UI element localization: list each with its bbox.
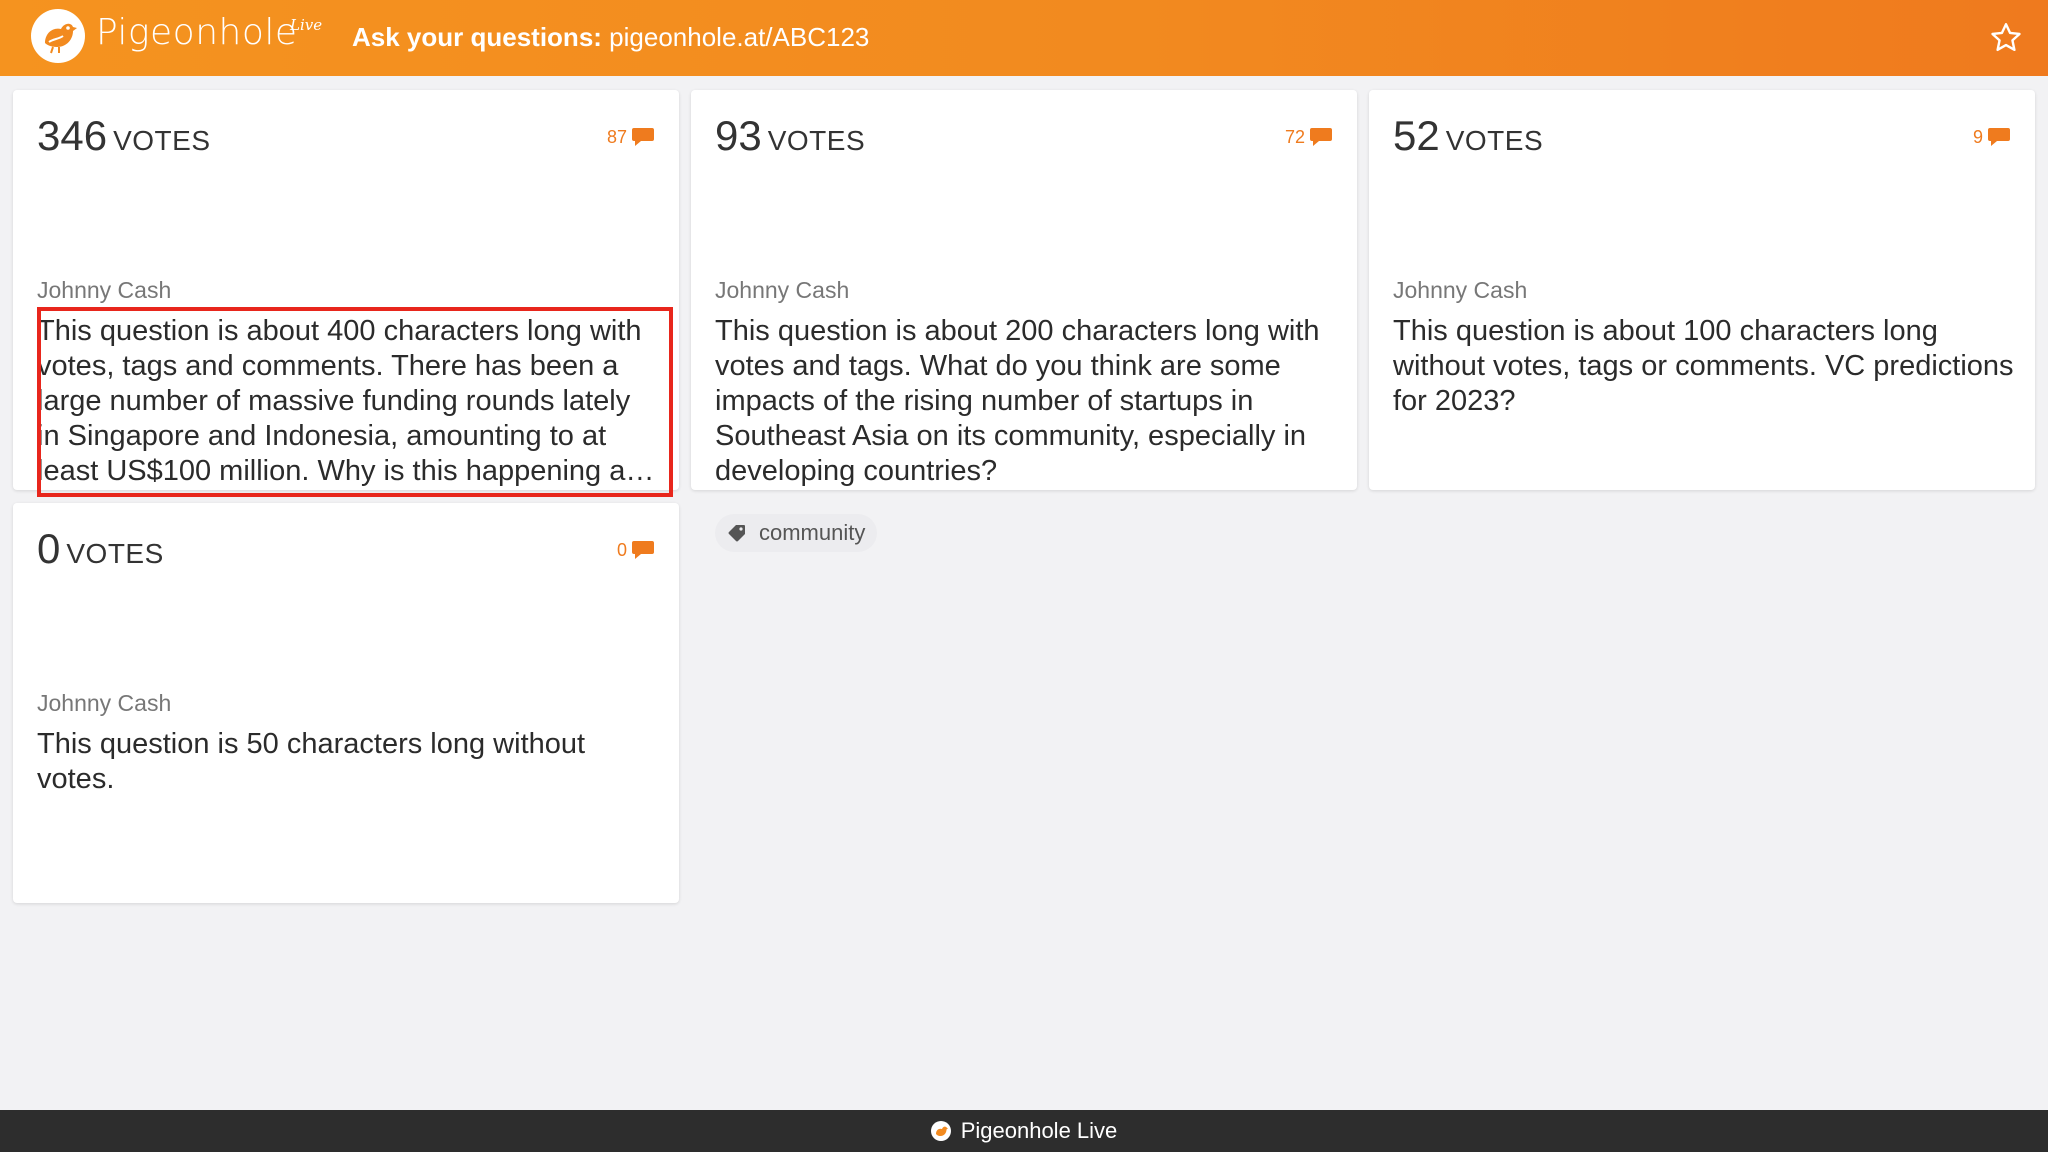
votes-label: VOTES [767,125,866,156]
star-button[interactable] [1986,18,2026,58]
comment-bubble-icon [632,128,654,146]
comment-count: 72 [1284,126,1305,147]
comment-bubble-icon [632,541,654,559]
comment-count-button[interactable]: 0 [617,539,655,561]
pigeon-logo-icon [31,9,85,63]
vote-count: 52 VOTES [1393,112,1543,160]
comment-count-button[interactable]: 72 [1285,126,1333,148]
votes-label: VOTES [113,125,211,156]
comment-count: 9 [1972,126,1983,147]
comment-count-button[interactable]: 87 [607,126,655,148]
question-author: Johnny Cash [37,690,172,716]
vote-number: 52 [1393,112,1440,159]
footer-label: Pigeonhole Live [960,1118,1118,1143]
comment-bubble-icon [1310,128,1332,146]
comment-bubble-icon [1988,128,2010,146]
tag-list: community [715,514,878,552]
question-card[interactable]: 52 VOTES 9 Johnny Cash This question is a… [1369,90,2035,490]
brand-live-label: Live [290,16,323,34]
star-icon [1991,23,2021,52]
tag-label: community [759,520,866,545]
ask-label: Ask your questions: [352,22,602,52]
ask-questions-banner: Ask your questions: pigeonhole.at/ABC123 [352,22,869,53]
vote-number: 346 [37,112,108,159]
question-author: Johnny Cash [715,277,850,303]
vote-number: 93 [715,112,762,159]
vote-count: 0 VOTES [37,525,164,573]
question-text: This question is 50 characters long with… [37,728,586,795]
top-header-bar: Pigeonhole Live Ask your questions: pige… [0,0,2048,76]
question-card[interactable]: 0 VOTES 0 Johnny Cash This question is 50… [13,503,679,903]
question-text: This question is about 200 characters lo… [715,315,1320,487]
question-text: This question is about 400 characters lo… [37,315,658,487]
votes-label: VOTES [1445,125,1544,156]
comment-count-button[interactable]: 9 [1973,126,2011,148]
question-card[interactable]: 346 VOTES 87 Johnny Cash This question is… [13,90,679,552]
question-text: This question is about 100 characters lo… [1393,315,2014,417]
pigeon-logo-icon [930,1121,951,1141]
question-author: Johnny Cash [37,277,172,303]
question-author: Johnny Cash [1393,277,1528,303]
question-card[interactable]: 93 VOTES 72 Johnny Cash This question is … [691,90,1357,552]
comment-count: 87 [606,126,627,147]
vote-number: 0 [37,525,61,572]
tag-chip[interactable]: community [715,514,878,552]
vote-count: 346 VOTES [37,112,211,160]
votes-label: VOTES [66,538,164,569]
comment-count: 0 [616,539,627,560]
tag-icon [728,525,745,542]
footer-bar: Pigeonhole Live [0,1110,2048,1152]
event-url-link[interactable]: pigeonhole.at/ABC123 [609,22,869,52]
vote-count: 93 VOTES [715,112,865,160]
brand-name: Pigeonhole [96,12,298,53]
